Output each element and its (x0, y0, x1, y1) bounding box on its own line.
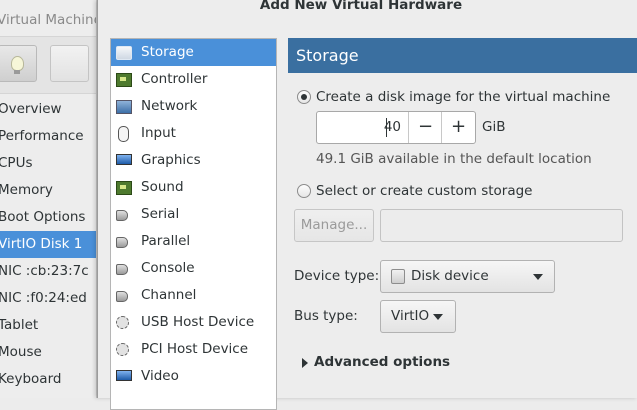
vm-hardware-item[interactable]: Keyboard (0, 366, 96, 393)
hardware-type-label: Serial (141, 206, 180, 222)
add-hardware-dialog: Add New Virtual Hardware Storage Controll… (97, 0, 637, 410)
monitor-icon (116, 370, 132, 381)
decrease-size-button[interactable]: − (408, 112, 442, 143)
vm-details-window: Virtual Machine Overview Performance CPUs M… (0, 0, 125, 398)
hardware-type-label: Parallel (141, 233, 191, 249)
monitor-icon (116, 154, 132, 165)
lightbulb-icon (11, 56, 24, 71)
hardware-type-usb-host-device[interactable]: USB Host Device (111, 309, 276, 336)
hardware-type-parallel[interactable]: Parallel (111, 228, 276, 255)
window-title: Virtual Machine (0, 12, 96, 28)
vm-hardware-item-label: CPUs (0, 155, 33, 171)
lightbulb-base (14, 70, 20, 74)
hardware-details-list: Overview Performance CPUs Memory Boot Option… (0, 96, 96, 393)
vm-hardware-item[interactable]: Mouse (0, 339, 96, 366)
hardware-type-input[interactable]: Input (111, 120, 276, 147)
custom-storage-radio[interactable] (297, 184, 311, 198)
vm-hardware-item-label: Overview (0, 101, 62, 117)
hardware-type-label: Channel (141, 287, 197, 303)
toolbar (0, 36, 125, 94)
manage-button[interactable]: Manage... (294, 209, 374, 242)
plug-icon (116, 264, 128, 275)
chevron-down-icon (433, 314, 443, 320)
disk-icon (116, 46, 132, 60)
vm-hardware-item-label: Boot Options (0, 209, 86, 225)
plug-icon (116, 210, 128, 221)
create-disk-radio[interactable] (297, 90, 311, 104)
hardware-type-storage[interactable]: Storage (111, 39, 276, 66)
disk-size-spinner[interactable]: 40 − + (316, 111, 476, 144)
hardware-type-video[interactable]: Video (111, 363, 276, 390)
hardware-type-sound[interactable]: Sound (111, 174, 276, 201)
usb-icon (116, 343, 129, 356)
expander-arrow-icon[interactable] (302, 358, 308, 368)
hardware-type-label: Input (141, 125, 176, 141)
hardware-type-label: Console (141, 260, 195, 276)
show-details-button[interactable] (0, 45, 37, 82)
vm-hardware-item[interactable]: Performance (0, 123, 96, 150)
vm-hardware-item[interactable]: NIC :f0:24:ed (0, 285, 96, 312)
custom-storage-path-input[interactable] (380, 209, 623, 242)
vm-hardware-item[interactable]: Tablet (0, 312, 96, 339)
hardware-type-list: Storage Controller Network Input Graphics Sou… (110, 38, 277, 410)
storage-panel: Storage Create a disk image for the virt… (288, 38, 637, 398)
network-icon (116, 100, 132, 114)
hardware-type-console[interactable]: Console (111, 255, 276, 282)
hardware-type-label: USB Host Device (141, 314, 255, 330)
hardware-type-controller[interactable]: Controller (111, 66, 276, 93)
hardware-type-channel[interactable]: Channel (111, 282, 276, 309)
hardware-type-network[interactable]: Network (111, 93, 276, 120)
usb-icon (116, 316, 129, 329)
hardware-type-serial[interactable]: Serial (111, 201, 276, 228)
vm-hardware-item[interactable]: NIC :cb:23:7c (0, 258, 96, 285)
hardware-type-label: Controller (141, 71, 208, 87)
hardware-type-label: Network (141, 98, 198, 114)
mouse-icon (118, 126, 129, 142)
hardware-type-label: Storage (141, 44, 194, 60)
chevron-down-icon (533, 274, 543, 280)
vm-hardware-item-label: Keyboard (0, 371, 62, 387)
hardware-type-label: PCI Host Device (141, 341, 249, 357)
bus-type-select[interactable]: VirtIO (380, 300, 456, 333)
vm-hardware-item-label: NIC :cb:23:7c (0, 263, 89, 279)
bus-type-value: VirtIO (391, 308, 430, 324)
device-type-label: Device type: (294, 268, 380, 284)
chip-icon (116, 73, 132, 87)
vm-hardware-item-label: Tablet (0, 317, 39, 333)
vm-hardware-item-label: VirtIO Disk 1 (0, 236, 83, 252)
increase-size-button[interactable]: + (441, 112, 475, 143)
panel-header: Storage (288, 38, 637, 73)
vm-hardware-item-label: Performance (0, 128, 84, 144)
advanced-options-expander[interactable]: Advanced options (314, 354, 450, 370)
size-unit-label: GiB (482, 119, 506, 135)
vm-hardware-item[interactable]: CPUs (0, 150, 96, 177)
hardware-type-label: Sound (141, 179, 184, 195)
dialog-title: Add New Virtual Hardware (259, 0, 463, 13)
hardware-type-pci-host-device[interactable]: PCI Host Device (111, 336, 276, 363)
custom-storage-label[interactable]: Select or create custom storage (316, 183, 532, 199)
sound-card-icon (116, 181, 132, 195)
vm-hardware-item-label: Memory (0, 182, 53, 198)
vm-hardware-item[interactable]: Memory (0, 177, 96, 204)
device-type-select[interactable]: Disk device (380, 260, 555, 293)
disk-size-input[interactable]: 40 (317, 112, 403, 143)
text-cursor (386, 118, 387, 137)
disk-icon (391, 269, 405, 284)
plug-icon (116, 291, 128, 302)
plug-icon (116, 237, 128, 248)
hardware-type-label: Graphics (141, 152, 201, 168)
create-disk-label[interactable]: Create a disk image for the virtual mach… (316, 89, 610, 105)
available-space-text: 49.1 GiB available in the default locati… (316, 151, 592, 167)
hardware-type-graphics[interactable]: Graphics (111, 147, 276, 174)
vm-hardware-item[interactable]: Overview (0, 96, 96, 123)
vm-hardware-item[interactable]: Boot Options (0, 204, 96, 231)
hardware-type-label: Video (141, 368, 179, 384)
vm-hardware-item[interactable]: VirtIO Disk 1 (0, 231, 96, 258)
vm-hardware-item-label: NIC :f0:24:ed (0, 290, 87, 306)
device-type-value: Disk device (411, 268, 489, 284)
run-button[interactable] (50, 45, 125, 82)
bus-type-label: Bus type: (294, 308, 358, 324)
vm-hardware-item-label: Mouse (0, 344, 42, 360)
